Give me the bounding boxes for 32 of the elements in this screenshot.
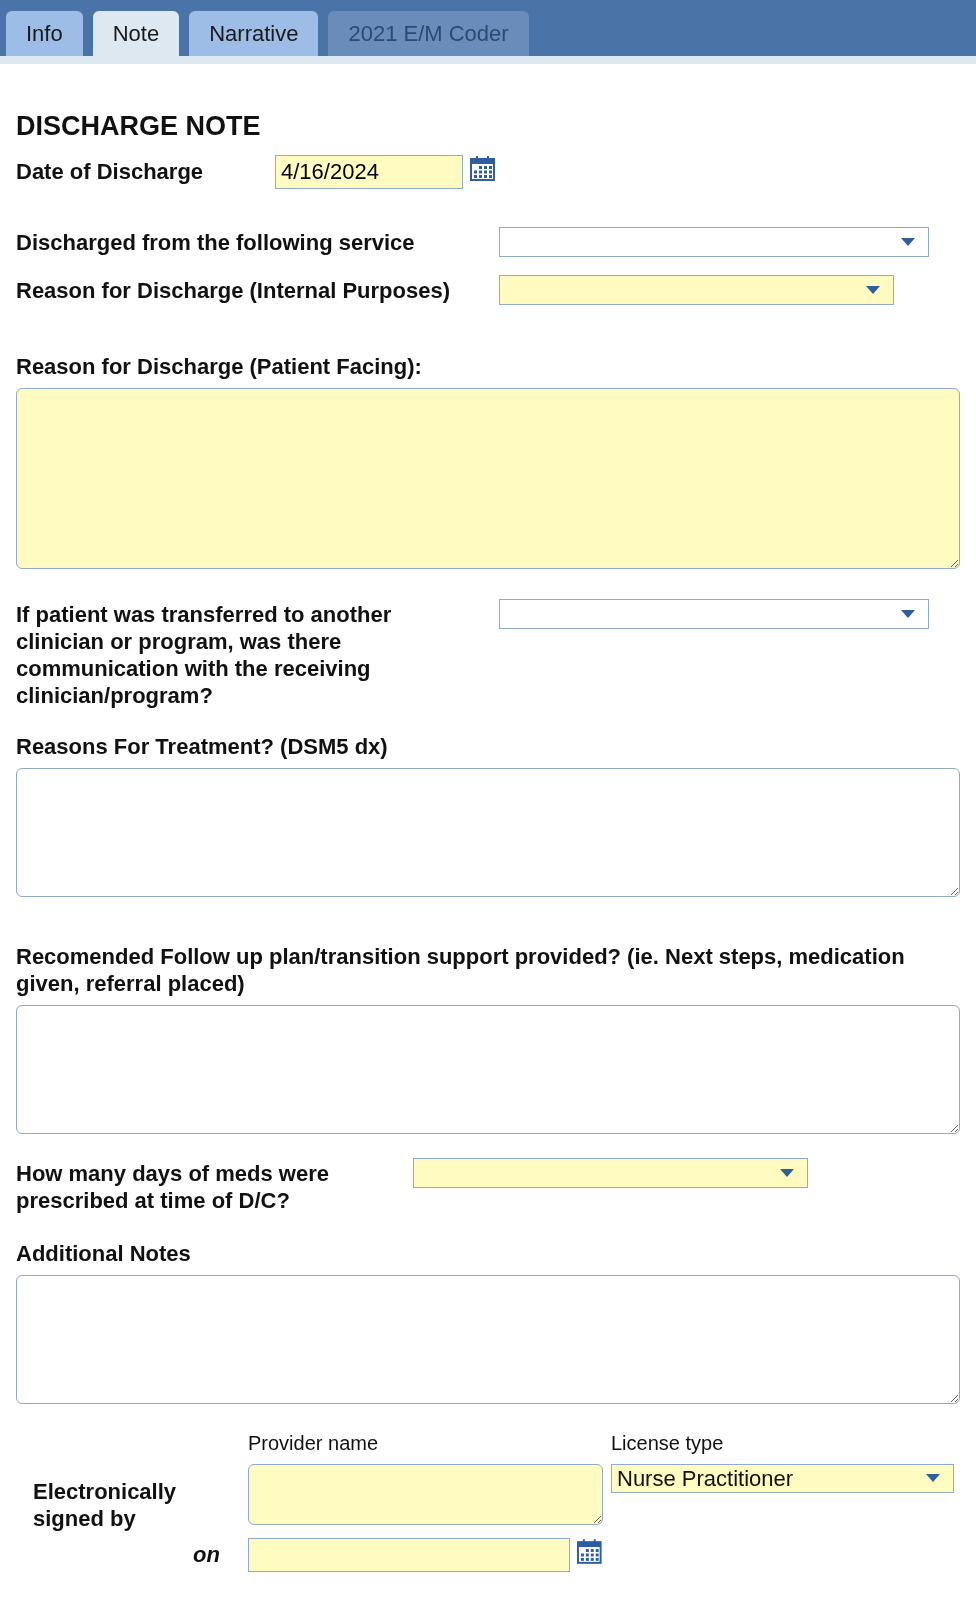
calendar-icon[interactable] xyxy=(576,1537,603,1565)
field-label: Provider name xyxy=(248,1430,380,1456)
signed-by-label: Electronically signed by xyxy=(32,1477,178,1532)
field-label: Reasons For Treatment? (DSM5 dx) xyxy=(16,732,389,760)
dropdown[interactable] xyxy=(413,1157,808,1188)
field-label: License type xyxy=(611,1430,725,1456)
field-label: Date of Discharge xyxy=(16,158,205,185)
caret-icon xyxy=(866,285,880,294)
field-label: Reason for Discharge (Patient Facing): xyxy=(16,352,423,380)
tab[interactable]: Narrative xyxy=(189,11,319,56)
signed-date-field[interactable] xyxy=(248,1537,571,1572)
field-label: Recomended Follow up plan/transition support provided? (ie. Next steps, medication given, referral placed) xyxy=(16,942,906,997)
caret-icon xyxy=(901,237,915,246)
calendar-icon[interactable] xyxy=(469,154,496,182)
section-title: DISCHARGE NOTE xyxy=(16,110,262,143)
dropdown[interactable] xyxy=(499,274,894,305)
field-label: Additional Notes xyxy=(16,1239,192,1267)
date-field[interactable]: 4/16/2024 xyxy=(275,154,463,189)
provider-name-field[interactable] xyxy=(248,1463,603,1525)
field-label: How many days of meds were prescribed at time of D/C? xyxy=(16,1159,330,1214)
tab[interactable]: Info xyxy=(6,11,83,56)
field-label: Discharged from the following service xyxy=(16,228,416,256)
caret-icon xyxy=(926,1474,940,1482)
field-label: Reason for Discharge (Internal Purposes) xyxy=(16,276,451,304)
dropdown[interactable]: Nurse Practitioner xyxy=(611,1463,954,1493)
on-label: on xyxy=(192,1541,221,1568)
tab[interactable]: Note xyxy=(92,11,180,56)
dropdown[interactable] xyxy=(499,226,929,257)
field-label: If patient was transferred to another clinician or program, was there communication with the receiving clinician/program? xyxy=(16,600,393,709)
caret-icon xyxy=(901,609,915,618)
caret-icon xyxy=(780,1168,794,1177)
dropdown[interactable] xyxy=(499,598,929,629)
